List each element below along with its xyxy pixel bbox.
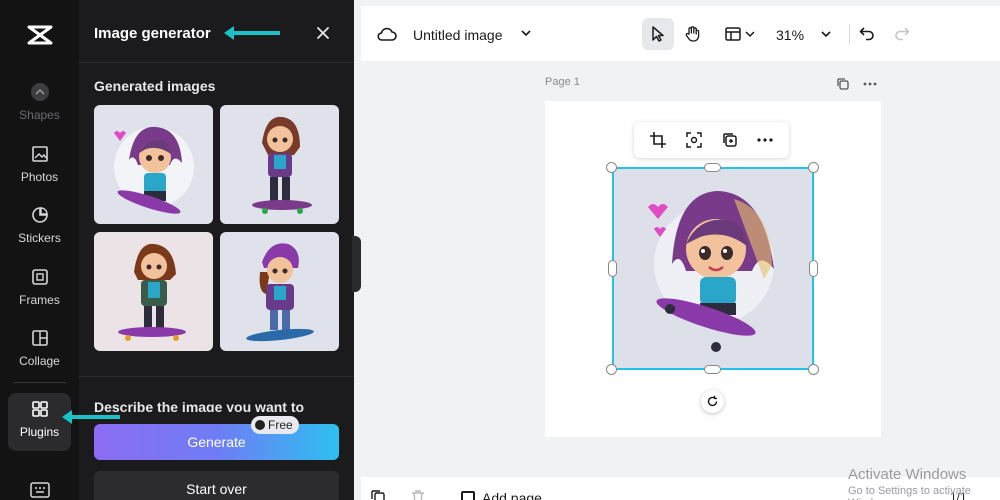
top-toolbar: Untitled image 31% <box>361 6 1000 61</box>
crop-icon[interactable] <box>649 131 667 149</box>
image-context-toolbar <box>634 122 789 158</box>
watermark-subtitle: Go to Settings to activate Windows. <box>848 485 971 500</box>
stickers-icon <box>31 207 48 223</box>
rail-item-stickers[interactable]: Stickers <box>8 199 71 257</box>
panel-title: Image generator <box>94 25 211 42</box>
generated-image-thumbnail[interactable] <box>220 232 339 351</box>
generated-images-heading: Generated images <box>94 78 216 94</box>
rail-item-frames[interactable]: Frames <box>8 261 71 319</box>
shapes-icon <box>30 83 49 101</box>
prompt-label: Describe the image you want to <box>94 399 305 412</box>
free-badge-label: Free <box>268 418 293 432</box>
layout-dropdown-button[interactable] <box>717 18 761 50</box>
resize-handle-top-right[interactable] <box>808 162 819 173</box>
frames-icon <box>31 269 48 285</box>
rail-divider <box>14 382 66 383</box>
rotate-icon <box>707 395 718 407</box>
generated-image-thumbnail[interactable] <box>94 232 213 351</box>
page-actions <box>836 76 880 92</box>
generated-image <box>252 116 312 214</box>
rail-label: Photos <box>20 170 59 184</box>
rail-item-collage[interactable]: Collage <box>8 322 71 380</box>
rail-label: Collage <box>19 354 60 368</box>
page-label: Page 1 <box>545 76 580 88</box>
generated-image <box>246 243 314 342</box>
panel-divider <box>79 376 354 377</box>
generated-image <box>114 126 194 214</box>
chevron-down-icon[interactable] <box>819 27 833 41</box>
chevron-down-icon <box>745 31 755 38</box>
left-rail: Shapes Photos Stickers Frames Collage Pl… <box>0 0 79 500</box>
rail-label: Stickers <box>18 231 61 245</box>
image-generator-panel: Image generator Generated images Describ… <box>79 0 354 500</box>
generated-image-thumbnail[interactable] <box>94 105 213 224</box>
resize-handle-top-left[interactable] <box>606 162 617 173</box>
hand-tool-button[interactable] <box>677 18 709 50</box>
add-page-button[interactable]: Add page <box>461 490 542 500</box>
layout-icon <box>725 27 741 41</box>
generated-image <box>118 243 186 341</box>
rail-label: Shapes <box>19 108 60 122</box>
zoom-level[interactable]: 31% <box>776 27 804 43</box>
cloud-icon[interactable] <box>377 25 397 43</box>
annotation-arrow <box>224 26 280 40</box>
redo-icon[interactable] <box>893 24 911 42</box>
more-options-icon[interactable] <box>756 131 774 149</box>
start-over-button[interactable]: Start over <box>94 471 339 500</box>
trash-icon[interactable] <box>410 489 426 500</box>
smart-select-icon[interactable] <box>685 131 703 149</box>
rail-item-photos[interactable]: Photos <box>8 138 71 196</box>
more-options-icon[interactable] <box>862 78 878 90</box>
activate-windows-watermark: Activate Windows Go to Settings to activ… <box>848 466 1000 500</box>
watermark-title: Activate Windows <box>848 466 967 483</box>
resize-handle-bottom-left[interactable] <box>606 364 617 375</box>
resize-handle-right[interactable] <box>809 260 818 277</box>
resize-handle-bottom[interactable] <box>704 365 721 374</box>
generated-image-thumbnail[interactable] <box>220 105 339 224</box>
resize-handle-left[interactable] <box>608 260 617 277</box>
keyboard-icon[interactable] <box>30 482 50 498</box>
add-page-label: Add page <box>482 490 542 500</box>
annotation-arrow <box>62 410 120 424</box>
select-tool-button[interactable] <box>642 18 674 50</box>
hand-icon <box>685 26 700 42</box>
collage-icon <box>31 330 48 346</box>
panel-divider <box>79 62 354 63</box>
duplicate-page-icon[interactable] <box>836 77 850 91</box>
undo-icon[interactable] <box>858 24 876 42</box>
rail-item-shapes[interactable]: Shapes <box>8 76 71 134</box>
free-badge: Free <box>251 416 299 434</box>
photos-icon <box>31 146 48 162</box>
duplicate-icon[interactable] <box>370 489 386 500</box>
generate-button[interactable]: Generate <box>94 424 339 460</box>
resize-handle-bottom-right[interactable] <box>808 364 819 375</box>
document-title[interactable]: Untitled image <box>413 27 503 43</box>
toolbar-divider <box>849 24 850 44</box>
rail-label: Frames <box>19 293 60 307</box>
rotate-handle[interactable] <box>701 390 724 413</box>
pointer-icon <box>652 26 664 42</box>
rail-label: Plugins <box>19 425 60 439</box>
chevron-down-icon[interactable] <box>519 26 533 40</box>
copy-style-icon[interactable] <box>721 131 739 149</box>
panel-collapse-handle[interactable] <box>352 236 361 292</box>
close-icon[interactable] <box>314 24 332 42</box>
capcut-logo-icon <box>27 25 53 45</box>
selection-frame <box>612 167 814 370</box>
resize-handle-top[interactable] <box>704 163 721 172</box>
add-page-icon <box>461 491 475 500</box>
plugins-icon <box>31 401 48 417</box>
clock-icon <box>255 420 265 430</box>
